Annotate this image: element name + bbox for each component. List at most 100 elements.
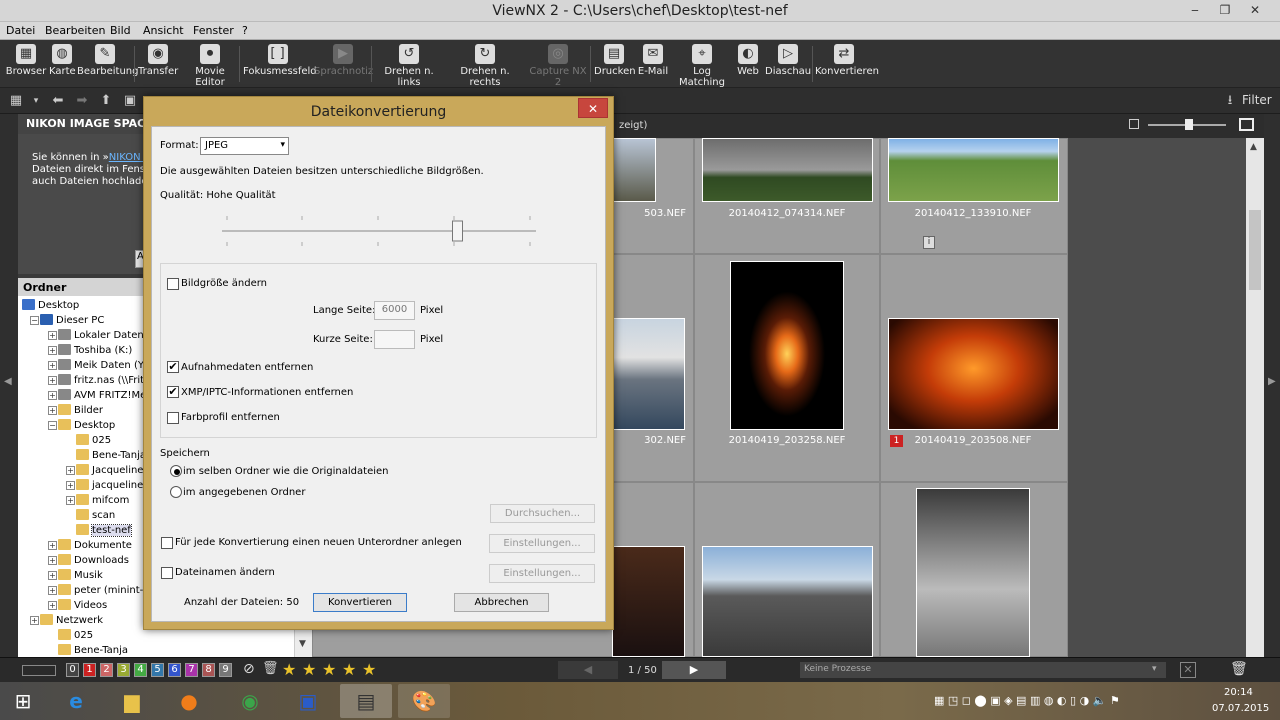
toolbar-button-diaschau[interactable]: ▷ Diaschau <box>765 42 811 86</box>
chevron-down-icon[interactable]: ▾ <box>1152 664 1157 674</box>
scrollbar-thumb[interactable] <box>1249 210 1261 290</box>
forward-arrow-icon[interactable]: ➡ <box>74 93 90 109</box>
rename-label[interactable]: Dateinamen ändern <box>175 567 275 578</box>
rename-checkbox[interactable] <box>161 567 173 579</box>
menu-bild[interactable]: Bild <box>110 24 131 37</box>
quality-slider[interactable] <box>220 212 540 246</box>
label-filter-7[interactable]: 7 <box>185 663 198 677</box>
cancel-process-icon[interactable]: ✕ <box>1180 662 1196 678</box>
subfolder-settings-button[interactable]: Einstellungen... <box>489 534 595 553</box>
folder-tree-item[interactable]: Dokumente <box>58 538 132 553</box>
thumbnail-image[interactable] <box>612 138 656 202</box>
menu-help[interactable]: ? <box>242 24 248 37</box>
folder-tree-item[interactable]: Musik <box>58 568 103 583</box>
view-mode-icon[interactable] <box>22 665 56 676</box>
tree-expander-icon[interactable]: + <box>48 541 57 550</box>
rating-star-icon[interactable]: ★ <box>302 660 316 679</box>
subfolder-checkbox[interactable] <box>161 537 173 549</box>
remove-xmp-checkbox[interactable]: ✔ <box>167 386 179 398</box>
label-filter-8[interactable]: 8 <box>202 663 215 677</box>
thumbnail-image[interactable] <box>730 261 844 430</box>
minimize-icon[interactable]: ‒ <box>1180 0 1210 20</box>
menu-bearbeiten[interactable]: Bearbeiten <box>45 24 105 37</box>
menu-ansicht[interactable]: Ansicht <box>143 24 184 37</box>
rating-star-icon[interactable]: ★ <box>342 660 356 679</box>
toolbar-button-drehen-n-links[interactable]: ↺ Drehen n. links <box>374 42 444 88</box>
tree-expander-icon[interactable]: + <box>48 331 57 340</box>
right-collapse-strip[interactable]: ▶ <box>1264 114 1280 657</box>
folder-tree-item[interactable]: Downloads <box>58 553 129 568</box>
toolbar-button-bearbeitung[interactable]: ✎ Bearbeitung <box>77 42 138 86</box>
folder-tree-item[interactable]: fritz.nas (\\Fritz <box>58 373 149 388</box>
cancel-button[interactable]: Abbrechen <box>454 593 549 612</box>
label-filter-0[interactable]: 0 <box>66 663 79 677</box>
previous-page-button[interactable]: ◀ <box>558 661 618 679</box>
short-side-input[interactable] <box>374 330 415 349</box>
tree-expander-icon[interactable]: + <box>48 376 57 385</box>
dialog-close-icon[interactable]: ✕ <box>578 98 608 118</box>
folder-tree-item[interactable]: jacqueline_ <box>76 478 148 493</box>
toolbar-button-transfer[interactable]: ◉ Transfer <box>138 42 178 86</box>
thumbnail-image[interactable] <box>888 318 1059 430</box>
collapse-left-icon[interactable]: ◀ <box>4 376 12 387</box>
folder-tree-item[interactable]: Meik Daten (Y: <box>58 358 146 373</box>
thumbnail-size-handle[interactable] <box>1185 119 1193 130</box>
thumbnail-image[interactable] <box>612 546 685 657</box>
folder-tree-item[interactable]: Desktop <box>58 418 115 433</box>
filter-label[interactable]: Filter <box>1242 93 1272 107</box>
resize-label[interactable]: Bildgröße ändern <box>181 278 267 289</box>
scroll-up-icon[interactable]: ▲ <box>1250 142 1257 152</box>
toolbar-button-log-matching[interactable]: ⌖ Log Matching <box>670 42 734 88</box>
tree-expander-icon[interactable]: − <box>48 421 57 430</box>
scroll-down-icon[interactable]: ▼ <box>299 639 306 649</box>
folder-tree-item[interactable]: Videos <box>58 598 107 613</box>
viewnx-taskbar-icon[interactable]: ▤ <box>340 684 392 718</box>
folder-tree-item[interactable]: test-nef <box>76 523 132 538</box>
tree-expander-icon[interactable]: + <box>66 466 75 475</box>
rename-settings-button[interactable]: Einstellungen... <box>489 564 595 583</box>
chrome-icon[interactable]: ◉ <box>224 684 276 718</box>
other-folder-label[interactable]: im angegebenen Ordner <box>183 487 305 498</box>
folder-tree-item[interactable]: scan <box>76 508 115 523</box>
toolbar-button-web[interactable]: ◐ Web <box>737 42 759 86</box>
tree-expander-icon[interactable]: + <box>48 556 57 565</box>
restore-icon[interactable]: ❐ <box>1210 0 1240 20</box>
toolbar-button-drucken[interactable]: ▤ Drucken <box>594 42 636 86</box>
long-side-input[interactable]: 6000 <box>374 301 415 320</box>
folder-tree-item[interactable]: Netzwerk <box>40 613 103 628</box>
toolbar-button-e-mail[interactable]: ✉ E-Mail <box>637 42 669 86</box>
remote-desktop-icon[interactable]: ▣ <box>282 684 334 718</box>
label-filter-9[interactable]: 9 <box>219 663 232 677</box>
tree-expander-icon[interactable]: + <box>30 616 39 625</box>
thumbnail-image[interactable] <box>612 318 685 430</box>
firefox-icon[interactable]: ● <box>163 684 215 718</box>
label-filter-3[interactable]: 3 <box>117 663 130 677</box>
toolbar-button-drehen-n-rechts[interactable]: ↻ Drehen n. rechts <box>446 42 524 88</box>
label-filter-6[interactable]: 6 <box>168 663 181 677</box>
toolbar-button-browser[interactable]: ▦ Browser <box>5 42 47 86</box>
tree-expander-icon[interactable]: + <box>66 496 75 505</box>
same-folder-label[interactable]: im selben Ordner wie die Originaldateien <box>183 466 388 477</box>
tree-expander-icon[interactable]: + <box>48 346 57 355</box>
toolbar-button-sprachnotiz[interactable]: ▶ Sprachnotiz <box>314 42 373 86</box>
folder-tree-item[interactable]: Desktop <box>22 298 79 313</box>
subfolder-label[interactable]: Für jede Konvertierung einen neuen Unter… <box>175 537 462 548</box>
label-filter-4[interactable]: 4 <box>134 663 147 677</box>
tree-expander-icon[interactable]: + <box>48 601 57 610</box>
remove-exif-checkbox[interactable]: ✔ <box>167 361 179 373</box>
left-collapse-strip[interactable]: ◀ <box>0 114 18 657</box>
filter-icon[interactable]: ⭳ <box>1222 93 1238 109</box>
folder-tree-item[interactable]: Jacqueline <box>76 463 143 478</box>
folder-tree-item[interactable]: AVM FRITZ!Me <box>58 388 146 403</box>
up-folder-icon[interactable]: ⬆ <box>98 93 114 109</box>
rating-star-icon[interactable]: ★ <box>282 660 296 679</box>
trash-icon[interactable]: 🗑 <box>262 661 279 676</box>
next-page-button[interactable]: ▶ <box>662 661 726 679</box>
clock-time[interactable]: 20:14 <box>1224 687 1253 698</box>
browse-button[interactable]: Durchsuchen... <box>490 504 595 523</box>
toolbar-button-konvertieren[interactable]: ⇄ Konvertieren <box>815 42 879 86</box>
toolbar-button-karte[interactable]: ◍ Karte <box>49 42 76 86</box>
paint-icon[interactable]: 🎨 <box>398 684 450 718</box>
tree-expander-icon[interactable]: − <box>30 316 39 325</box>
toolbar-button-fokusmessfeld[interactable]: [ ] Fokusmessfeld <box>243 42 317 86</box>
